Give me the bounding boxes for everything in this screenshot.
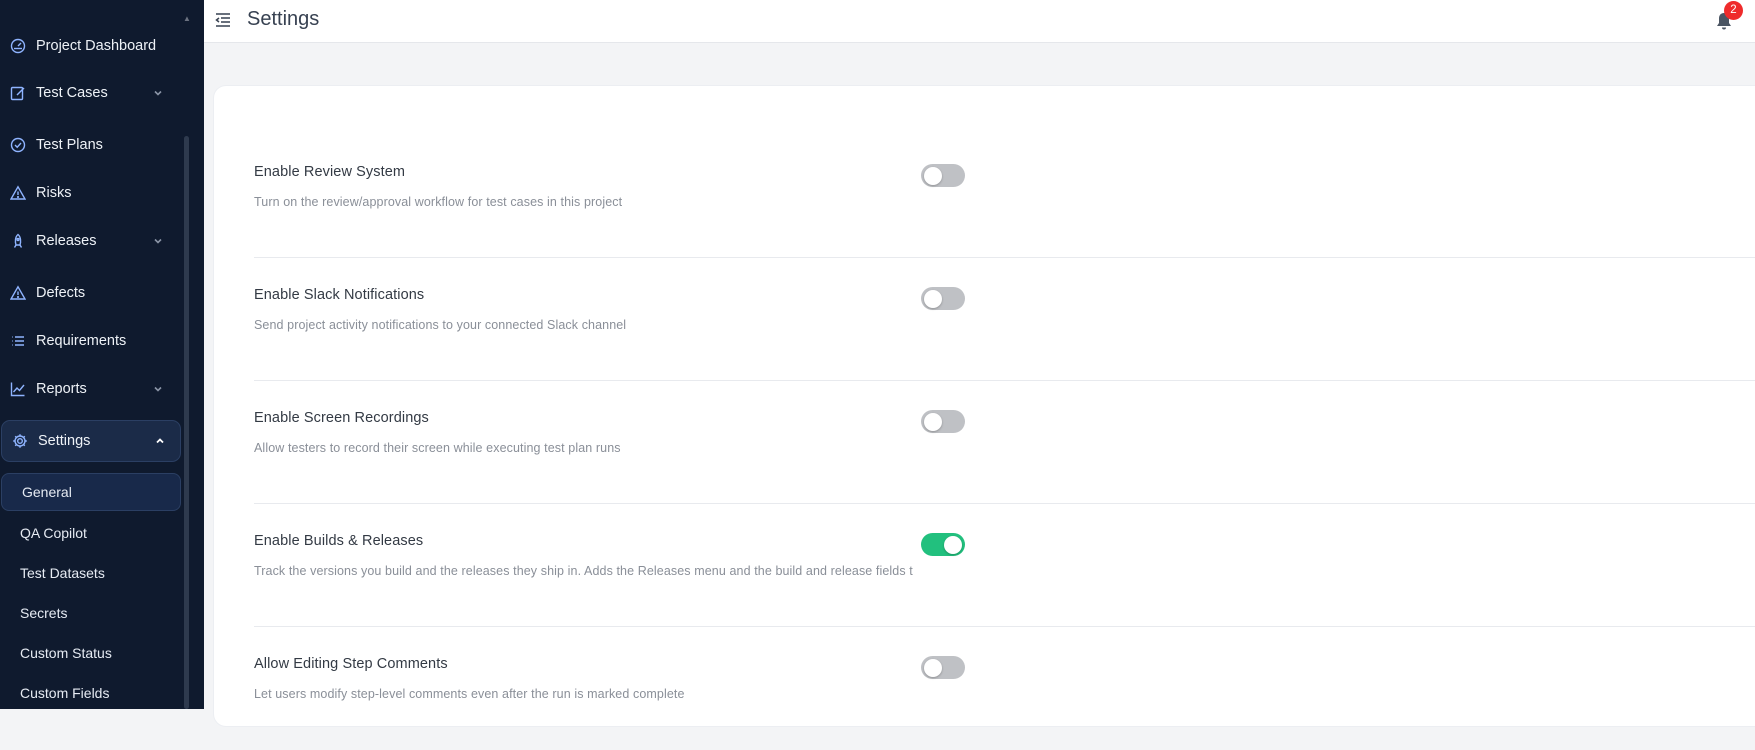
chevron-down-icon xyxy=(152,383,164,395)
sidebar-subitem-label: QA Copilot xyxy=(20,525,87,541)
setting-row-editing-step-comments: Allow Editing Step Comments Let users mo… xyxy=(254,627,1755,750)
scroll-up-icon[interactable]: ▲ xyxy=(183,15,191,23)
line-chart-icon xyxy=(10,381,26,397)
sidebar: ▲ Project Dashboard Test Cases Test Plan… xyxy=(0,0,204,709)
check-circle-icon xyxy=(10,137,26,153)
slack-notifications-toggle[interactable] xyxy=(921,287,965,310)
setting-row-review-system: Enable Review System Turn on the review/… xyxy=(254,135,1755,258)
sidebar-item-project-dashboard[interactable]: Project Dashboard xyxy=(0,24,182,68)
setting-description: Send project activity notifications to y… xyxy=(254,318,627,332)
sidebar-subitem-label: Test Datasets xyxy=(20,565,105,581)
chevron-down-icon xyxy=(152,87,164,99)
sidebar-item-label: Project Dashboard xyxy=(36,38,157,54)
sidebar-item-defects[interactable]: Defects xyxy=(0,271,182,315)
setting-description: Let users modify step-level comments eve… xyxy=(254,687,685,701)
notification-badge: 2 xyxy=(1724,1,1743,20)
collapse-menu-icon[interactable] xyxy=(214,11,232,29)
sidebar-item-label: Requirements xyxy=(36,333,127,349)
setting-title: Allow Editing Step Comments xyxy=(254,656,448,672)
sidebar-subitem-label: Custom Status xyxy=(20,645,112,661)
gear-icon xyxy=(12,433,28,449)
sidebar-item-label: Test Cases xyxy=(36,85,108,101)
setting-title: Enable Builds & Releases xyxy=(254,533,424,549)
sidebar-subitem-custom-fields[interactable]: Custom Fields xyxy=(0,675,182,709)
sidebar-scrollbar[interactable] xyxy=(184,136,189,709)
list-icon xyxy=(10,333,26,349)
setting-title: Enable Slack Notifications xyxy=(254,287,425,303)
toggle-knob xyxy=(924,166,942,185)
setting-title: Enable Screen Recordings xyxy=(254,410,429,426)
sidebar-item-label: Reports xyxy=(36,381,87,397)
sidebar-subitem-qa-copilot[interactable]: QA Copilot xyxy=(0,515,182,551)
gauge-icon xyxy=(10,38,26,54)
review-system-toggle[interactable] xyxy=(921,164,965,187)
rocket-icon xyxy=(10,233,26,249)
sidebar-item-settings[interactable]: Settings xyxy=(1,420,181,462)
sidebar-item-label: Defects xyxy=(36,285,86,301)
sidebar-subitem-custom-status[interactable]: Custom Status xyxy=(0,635,182,671)
setting-row-screen-recordings: Enable Screen Recordings Allow testers t… xyxy=(254,381,1755,504)
setting-description: Turn on the review/approval workflow for… xyxy=(254,195,623,209)
sidebar-item-test-plans[interactable]: Test Plans xyxy=(0,123,182,167)
toggle-knob xyxy=(924,412,942,431)
top-bar: Settings 2 xyxy=(204,0,1755,43)
sidebar-item-label: Test Plans xyxy=(36,137,103,153)
chevron-down-icon xyxy=(152,235,164,247)
setting-title: Enable Review System xyxy=(254,164,406,180)
sidebar-subitem-label: Custom Fields xyxy=(20,685,110,701)
edit-icon xyxy=(10,85,26,101)
sidebar-item-label: Releases xyxy=(36,233,97,249)
setting-row-builds-releases: Enable Builds & Releases Track the versi… xyxy=(254,504,1755,627)
toggle-knob xyxy=(924,289,942,308)
page-title: Settings xyxy=(247,8,320,30)
sidebar-item-test-cases[interactable]: Test Cases xyxy=(0,71,182,115)
sidebar-subitem-secrets[interactable]: Secrets xyxy=(0,595,182,631)
sidebar-subitem-general[interactable]: General xyxy=(1,473,181,511)
editing-step-comments-toggle[interactable] xyxy=(921,656,965,679)
setting-description: Allow testers to record their screen whi… xyxy=(254,441,621,455)
warning-triangle-icon xyxy=(10,285,26,301)
sidebar-item-label: Risks xyxy=(36,185,72,201)
screen-recordings-toggle[interactable] xyxy=(921,410,965,433)
setting-description: Track the versions you build and the rel… xyxy=(254,564,913,578)
sidebar-subitem-label: General xyxy=(22,484,72,500)
builds-releases-toggle[interactable] xyxy=(921,533,965,556)
sidebar-item-label: Settings xyxy=(38,433,91,449)
setting-row-slack-notifications: Enable Slack Notifications Send project … xyxy=(254,258,1755,381)
warning-triangle-icon xyxy=(10,185,26,201)
sidebar-subitem-label: Secrets xyxy=(20,605,68,621)
sidebar-item-releases[interactable]: Releases xyxy=(0,219,182,263)
toggle-knob xyxy=(944,535,962,554)
chevron-up-icon xyxy=(154,435,166,447)
sidebar-subitem-test-datasets[interactable]: Test Datasets xyxy=(0,555,182,591)
toggle-knob xyxy=(924,658,942,677)
sidebar-item-risks[interactable]: Risks xyxy=(0,171,182,215)
sidebar-item-reports[interactable]: Reports xyxy=(0,367,182,411)
sidebar-item-requirements[interactable]: Requirements xyxy=(0,319,182,363)
